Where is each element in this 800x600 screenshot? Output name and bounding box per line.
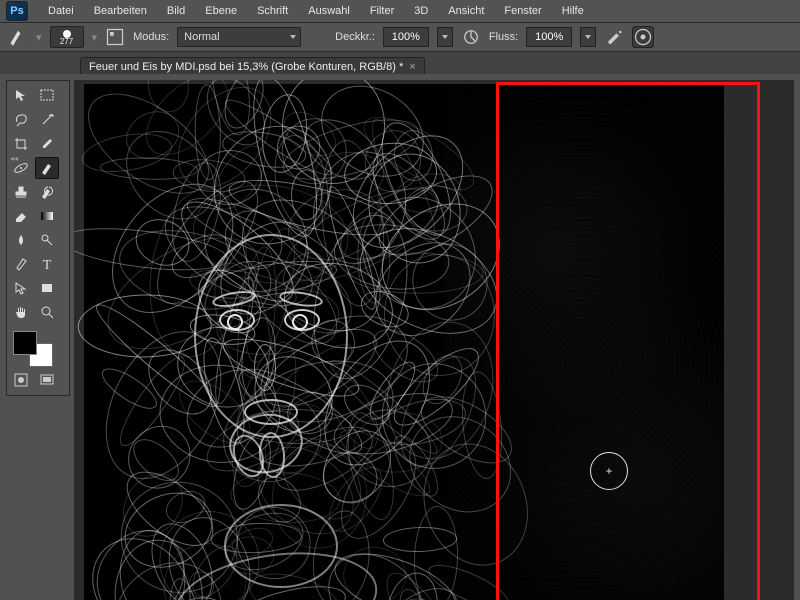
tool-dodge[interactable]: [35, 229, 59, 251]
menu-3d[interactable]: 3D: [404, 5, 438, 17]
document-canvas[interactable]: [84, 84, 724, 600]
flow-input[interactable]: 100%: [526, 27, 572, 47]
menu-bar: Ps Datei Bearbeiten Bild Ebene Schrift A…: [0, 0, 800, 23]
tool-preset-icon[interactable]: [8, 27, 28, 47]
opacity-label: Deckkr.:: [335, 31, 375, 43]
tool-path[interactable]: [9, 277, 33, 299]
menu-file[interactable]: Datei: [38, 5, 84, 17]
menu-help[interactable]: Hilfe: [552, 5, 594, 17]
document-tab-bar: Feuer und Eis by MDI.psd bei 15,3% (Grob…: [0, 52, 800, 76]
screenmode-icon[interactable]: [35, 369, 59, 391]
tool-healing[interactable]: [9, 157, 33, 179]
menu-image[interactable]: Bild: [157, 5, 195, 17]
workspace: T +: [0, 74, 800, 600]
menu-select[interactable]: Auswahl: [298, 5, 360, 17]
menu-type[interactable]: Schrift: [247, 5, 298, 17]
pressure-opacity-icon[interactable]: [461, 27, 481, 47]
close-tab-icon[interactable]: ×: [409, 61, 415, 73]
flow-dropdown[interactable]: [580, 27, 596, 47]
tool-zoom[interactable]: [35, 301, 59, 323]
mode-label: Modus:: [133, 31, 169, 43]
menu-view[interactable]: Ansicht: [438, 5, 494, 17]
opacity-input[interactable]: 100%: [383, 27, 429, 47]
brush-preset-picker[interactable]: 277: [50, 26, 84, 48]
tool-eraser[interactable]: [9, 205, 33, 227]
document-tab-title: Feuer und Eis by MDI.psd bei 15,3% (Grob…: [89, 61, 403, 73]
brush-panel-icon[interactable]: [105, 27, 125, 47]
tool-eyedropper[interactable]: [35, 133, 59, 155]
quickmask-icon[interactable]: [9, 369, 33, 391]
app-logo: Ps: [6, 1, 28, 21]
airbrush-icon[interactable]: [604, 27, 624, 47]
foreground-color-swatch[interactable]: [13, 331, 37, 355]
tool-history[interactable]: [35, 181, 59, 203]
flow-label: Fluss:: [489, 31, 518, 43]
canvas-area[interactable]: +: [74, 80, 794, 600]
color-swatches[interactable]: [13, 331, 61, 367]
toolbox: T: [6, 80, 70, 396]
image-content: [84, 84, 464, 600]
pressure-size-icon[interactable]: [632, 26, 654, 48]
tool-move[interactable]: [9, 85, 33, 107]
menu-filter[interactable]: Filter: [360, 5, 404, 17]
blend-mode-select[interactable]: Normal: [177, 27, 301, 47]
tool-lasso[interactable]: [9, 109, 33, 131]
menu-window[interactable]: Fenster: [494, 5, 551, 17]
options-bar: ▾ 277 ▾ Modus: Normal Deckkr.: 100% Flus…: [0, 23, 800, 52]
menu-edit[interactable]: Bearbeiten: [84, 5, 157, 17]
tool-gradient[interactable]: [35, 205, 59, 227]
brush-size-label: 277: [60, 37, 73, 46]
tool-crop[interactable]: [9, 133, 33, 155]
tool-type[interactable]: T: [35, 253, 59, 275]
tool-blur[interactable]: [9, 229, 33, 251]
tool-brush[interactable]: [35, 157, 59, 179]
svg-text:T: T: [43, 258, 52, 272]
menu-layer[interactable]: Ebene: [195, 5, 247, 17]
tool-stamp[interactable]: [9, 181, 33, 203]
opacity-dropdown[interactable]: [437, 27, 453, 47]
tool-shape[interactable]: [35, 277, 59, 299]
tool-hand[interactable]: [9, 301, 33, 323]
image-texture: [444, 84, 724, 600]
tool-marquee[interactable]: [35, 85, 59, 107]
tool-wand[interactable]: [35, 109, 59, 131]
tool-pen[interactable]: [9, 253, 33, 275]
